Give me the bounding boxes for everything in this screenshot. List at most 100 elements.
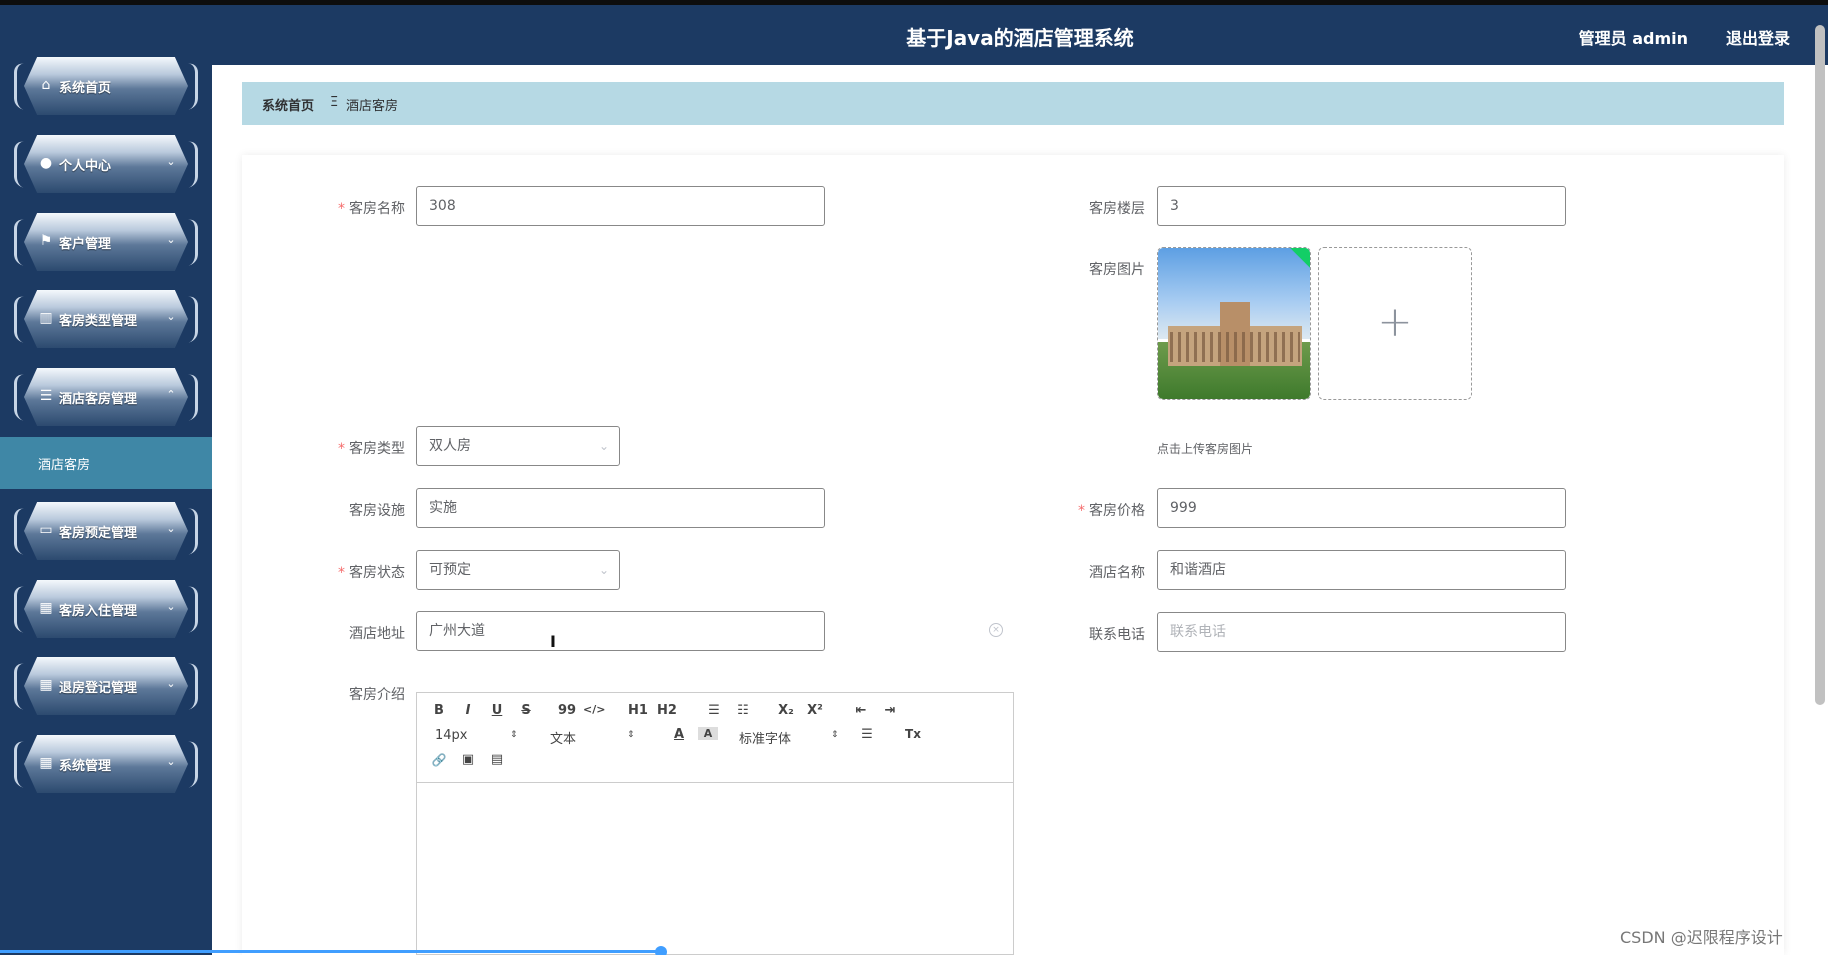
- room-name-label: * 客房名称: [338, 201, 405, 217]
- font-size-select[interactable]: 14px ⇕: [435, 728, 518, 743]
- clear-icon[interactable]: ×: [989, 623, 1003, 637]
- video-icon[interactable]: ▤: [487, 752, 507, 767]
- breadcrumb-current: 酒店客房: [346, 99, 399, 114]
- hotel-name-label: 酒店名称: [1089, 565, 1145, 581]
- list-icon: ☰: [39, 388, 53, 404]
- subscript-button[interactable]: X₂: [776, 703, 796, 718]
- bold-button[interactable]: B: [429, 703, 449, 718]
- chevron-down-icon: ⌄: [166, 600, 176, 613]
- font-color-button[interactable]: A: [669, 727, 689, 742]
- chevron-down-icon: ⌄: [166, 755, 176, 768]
- sidebar-item-label: 客房入住管理: [59, 604, 138, 619]
- sidebar-item-label: 客户管理: [59, 237, 112, 252]
- chevron-down-icon: ⌄: [598, 563, 609, 577]
- sidebar-item-label: 个人中心: [59, 159, 112, 174]
- facilities-label: 客房设施: [349, 503, 405, 519]
- phone-label: 联系电话: [1089, 627, 1145, 643]
- updown-icon: ⇕: [831, 730, 839, 740]
- ordered-list-button[interactable]: ☰: [704, 703, 724, 718]
- indent-button[interactable]: ⇥: [880, 703, 900, 718]
- columns-icon: ▥: [39, 310, 53, 326]
- chevron-down-icon: ⌄: [166, 155, 176, 168]
- grid-icon: ▦: [39, 677, 53, 693]
- chevron-down-icon: ⌄: [166, 310, 176, 323]
- logout-button[interactable]: 退出登录: [1726, 25, 1790, 49]
- header-select[interactable]: 文本 ⇕: [550, 728, 635, 747]
- page-scrollbar[interactable]: [1815, 25, 1825, 705]
- sidebar-item-customer[interactable]: ⚑ 客户管理 ⌄: [14, 213, 198, 271]
- breadcrumb-home-link[interactable]: 系统首页: [262, 95, 314, 114]
- updown-icon: ⇕: [627, 730, 635, 740]
- sidebar-item-label: 客房预定管理: [59, 526, 138, 541]
- background-color-button[interactable]: A: [698, 727, 718, 740]
- bullet-list-button[interactable]: ☷: [733, 703, 753, 718]
- watermark: CSDN @迟限程序设计: [1620, 928, 1783, 947]
- phone-input[interactable]: 联系电话: [1157, 612, 1566, 652]
- clean-format-button[interactable]: Tx: [903, 727, 923, 741]
- sidebar-item-booking[interactable]: ▭ 客房预定管理 ⌄: [14, 502, 198, 560]
- status-select[interactable]: 可预定 ⌄: [416, 550, 620, 590]
- monitor-icon: ▭: [39, 522, 53, 538]
- sidebar-item-room-type[interactable]: ▥ 客房类型管理 ⌄: [14, 290, 198, 348]
- editor-content[interactable]: [417, 784, 1013, 954]
- intro-label: 客房介绍: [349, 687, 405, 703]
- submenu-item-hotel-room[interactable]: 酒店客房: [0, 437, 212, 489]
- chevron-down-icon: ⌄: [166, 233, 176, 246]
- facilities-input[interactable]: 实施: [416, 488, 825, 528]
- sidebar: ⌂ 系统首页 ● 个人中心 ⌄ ⚑ 客户管理 ⌄ ▥ 客房类型管理 ⌄ ☰ 酒店…: [0, 5, 212, 955]
- plus-icon: +: [1377, 297, 1413, 346]
- sidebar-item-label: 客房类型管理: [59, 314, 138, 329]
- sidebar-item-label: 系统管理: [59, 759, 112, 774]
- sidebar-item-label: 退房登记管理: [59, 681, 138, 696]
- room-picture-thumbnail[interactable]: [1157, 247, 1311, 400]
- outdent-button[interactable]: ⇤: [851, 703, 871, 718]
- h2-button[interactable]: H2: [657, 703, 677, 718]
- sidebar-item-hotel-room[interactable]: ☰ 酒店客房管理 ⌃: [14, 368, 198, 426]
- room-type-label: * 客房类型: [338, 441, 405, 457]
- room-type-select[interactable]: 双人房 ⌄: [416, 426, 620, 466]
- flag-icon: ⚑: [39, 233, 53, 249]
- address-label: 酒店地址: [349, 626, 405, 642]
- room-name-input[interactable]: 308: [416, 186, 825, 226]
- sidebar-item-personal-center[interactable]: ● 个人中心 ⌄: [14, 135, 198, 193]
- font-family-select[interactable]: 标准字体 ⇕: [739, 728, 839, 747]
- user-label: 管理员 admin: [1578, 29, 1688, 48]
- home-icon: ⌂: [41, 77, 51, 93]
- sidebar-item-checkout[interactable]: ▦ 退房登记管理 ⌄: [14, 657, 198, 715]
- floor-label: 客房楼层: [1089, 201, 1145, 217]
- text-cursor-icon: I: [550, 632, 556, 651]
- updown-icon: ⇕: [510, 730, 518, 740]
- quote-button[interactable]: 99: [557, 703, 577, 718]
- address-input[interactable]: 广州大道: [416, 611, 825, 651]
- strike-button[interactable]: S: [516, 703, 536, 718]
- status-label: * 客房状态: [338, 565, 405, 581]
- submenu-item-label: 酒店客房: [38, 458, 91, 473]
- chevron-down-icon: ⌄: [166, 522, 176, 535]
- sidebar-item-system[interactable]: ▦ 系统管理 ⌄: [14, 735, 198, 793]
- superscript-button[interactable]: X²: [805, 703, 825, 718]
- sidebar-item-label: 酒店客房管理: [59, 392, 138, 407]
- align-button[interactable]: ☰: [857, 727, 877, 742]
- code-button[interactable]: </>: [583, 703, 605, 716]
- hotel-name-input[interactable]: 和谐酒店: [1157, 550, 1566, 590]
- rich-text-editor: B I U S 99 </> H1 H2 ☰ ☷ X₂ X² ⇤ ⇥ 14px …: [416, 692, 1014, 955]
- image-icon[interactable]: ▣: [458, 752, 478, 767]
- upload-tip: 点击上传客房图片: [1157, 442, 1254, 456]
- breadcrumb-separator: Ξ: [330, 95, 339, 110]
- progress-dot: [655, 946, 667, 955]
- underline-button[interactable]: U: [487, 703, 507, 718]
- top-header: 基于Java的酒店管理系统 管理员 admin 退出登录: [212, 5, 1828, 65]
- h1-button[interactable]: H1: [628, 703, 648, 718]
- breadcrumb: 系统首页 Ξ 酒店客房: [242, 82, 1784, 125]
- grid-icon: ▦: [39, 600, 53, 616]
- grid-icon: ▦: [39, 755, 53, 771]
- user-icon: ●: [39, 155, 53, 171]
- price-input[interactable]: 999: [1157, 488, 1566, 528]
- sidebar-item-checkin[interactable]: ▦ 客房入住管理 ⌄: [14, 580, 198, 638]
- link-icon[interactable]: 🔗: [429, 753, 449, 767]
- floor-input[interactable]: 3: [1157, 186, 1566, 226]
- upload-picture-button[interactable]: +: [1318, 247, 1472, 400]
- chevron-up-icon: ⌃: [166, 388, 176, 401]
- sidebar-item-home[interactable]: ⌂ 系统首页: [14, 57, 198, 115]
- italic-button[interactable]: I: [458, 703, 478, 718]
